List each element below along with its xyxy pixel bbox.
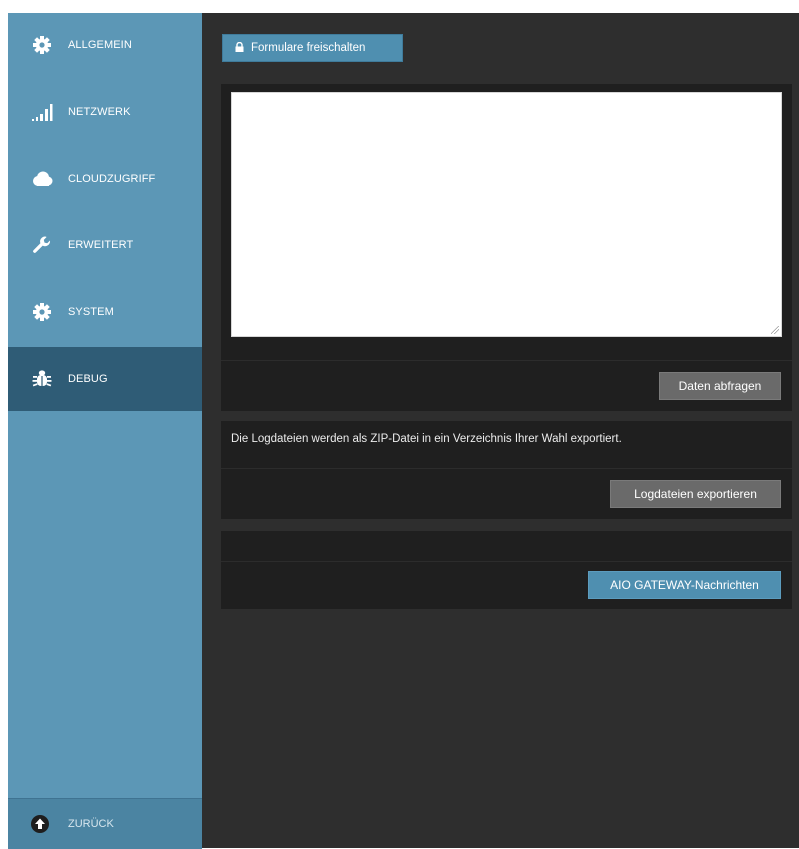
log-export-info: Die Logdateien werden als ZIP-Datei in e…: [231, 433, 622, 445]
divider: [221, 468, 792, 469]
sidebar-item-label: SYSTEM: [68, 306, 114, 318]
sidebar-item-erweitert[interactable]: ERWEITERT: [8, 213, 202, 277]
unlock-forms-label: Formulare freischalten: [251, 42, 366, 54]
gateway-messages-button[interactable]: AIO GATEWAY-Nachrichten: [588, 571, 781, 599]
divider: [221, 561, 792, 562]
signal-bars-icon: [30, 100, 54, 124]
sidebar-item-label: DEBUG: [68, 373, 108, 385]
main-content: Formulare freischalten Daten abfragen Di…: [202, 13, 799, 848]
unlock-forms-button[interactable]: Formulare freischalten: [222, 34, 403, 62]
debug-output-textarea[interactable]: [231, 92, 782, 337]
gear-icon: [30, 33, 54, 57]
export-logs-button[interactable]: Logdateien exportieren: [610, 480, 781, 508]
lock-icon: [235, 41, 244, 55]
query-data-button[interactable]: Daten abfragen: [659, 372, 781, 400]
sidebar-item-allgemein[interactable]: ALLGEMEIN: [8, 13, 202, 77]
bug-icon: [30, 367, 54, 391]
arrow-up-circle-icon: [28, 812, 52, 836]
resize-handle[interactable]: [771, 326, 779, 334]
wrench-icon: [30, 233, 54, 257]
cloud-icon: [30, 167, 54, 191]
sidebar-item-label: CLOUDZUGRIFF: [68, 173, 156, 185]
back-button[interactable]: ZURÜCK: [8, 798, 202, 849]
sidebar-item-system[interactable]: SYSTEM: [8, 280, 202, 344]
sidebar-item-debug[interactable]: DEBUG: [8, 347, 202, 411]
log-export-panel: Die Logdateien werden als ZIP-Datei in e…: [221, 421, 792, 519]
back-label: ZURÜCK: [68, 818, 114, 830]
app-window: ALLGEMEIN NETZWERK CLOUDZUGRIFF ERWEITER…: [8, 13, 799, 849]
sidebar-item-cloudzugriff[interactable]: CLOUDZUGRIFF: [8, 147, 202, 211]
sidebar-item-label: NETZWERK: [68, 106, 131, 118]
sidebar-item-label: ERWEITERT: [68, 239, 134, 251]
gateway-panel: AIO GATEWAY-Nachrichten: [221, 531, 792, 609]
gear-icon: [30, 300, 54, 324]
sidebar-item-netzwerk[interactable]: NETZWERK: [8, 80, 202, 144]
query-panel: Daten abfragen: [221, 84, 792, 411]
sidebar-item-label: ALLGEMEIN: [68, 39, 132, 51]
divider: [221, 360, 792, 361]
sidebar: ALLGEMEIN NETZWERK CLOUDZUGRIFF ERWEITER…: [8, 13, 202, 849]
